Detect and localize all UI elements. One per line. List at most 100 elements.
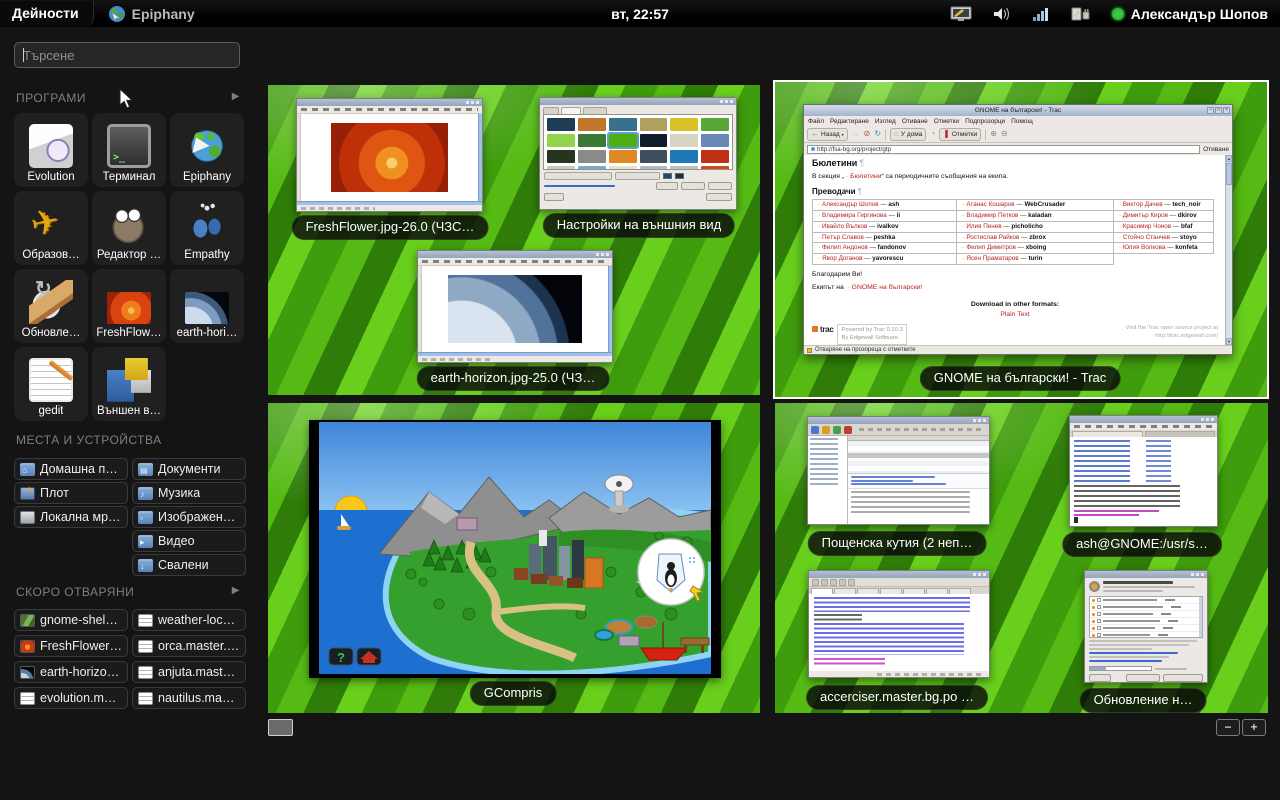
activities-button[interactable]: Дейности [0,1,94,26]
place-item[interactable]: Документи [132,458,246,480]
gimp-earth-window[interactable] [417,250,613,363]
url-input[interactable]: http://fsa-bg.org/project/gtp [807,145,1200,154]
scrollbar[interactable]: ▲ ▼ [1225,155,1232,345]
zoom-out-icon[interactable]: ⊖ [1001,130,1008,138]
bookmarks-button[interactable]: ❚ Отметки [939,128,981,141]
user-menu[interactable]: Александър Шопов [1112,6,1268,22]
recent-item[interactable]: weather-loc… [132,609,246,631]
terminal-window[interactable] [1069,415,1218,527]
translator-name-link[interactable]: Явор Доганов [816,255,862,262]
place-item[interactable]: Видео [132,530,246,552]
translator-name-link[interactable]: Ясен Праматаров [960,255,1018,262]
workspace-1[interactable]: FreshFlower.jpg-26.0 (ЧЗС… Настройки на … [268,85,760,395]
reload-icon[interactable]: ↻ [874,130,881,138]
app-tile[interactable]: FreshFlow… [92,269,166,343]
workspace-3[interactable]: ? GCompris [268,403,760,713]
gedit-window[interactable] [808,570,990,678]
app-icon [107,202,151,246]
translator-name-link[interactable]: Владимира Гиргинова [816,212,887,219]
search-input[interactable] [14,42,240,68]
app-tile[interactable]: gedit [14,347,88,421]
bulletins-link[interactable]: Бюлетини [844,173,881,180]
zoom-in-button[interactable]: + [1242,719,1266,736]
battery-power-icon[interactable] [1070,6,1092,22]
menu-item[interactable]: Изглед [875,118,896,125]
epiphany-browser-window[interactable]: GNOME на български! - Trac –□× ФайлРедак… [803,104,1233,355]
display-settings-icon[interactable] [950,6,972,22]
translator-name-link[interactable]: Атанас Кошаров [960,201,1014,208]
workspace-4[interactable]: Пощенска кутия (2 неп… ash@GNOME:/usr/s…… [775,403,1268,713]
workspace-switcher[interactable] [268,719,293,736]
volume-icon[interactable] [992,6,1012,22]
place-item[interactable]: Изображен… [132,506,246,528]
app-label: Редактор … [97,249,161,261]
translator-name-link[interactable]: Илия Пенев [960,223,1001,230]
place-item[interactable]: Домашна п… [14,458,128,480]
translator-name-link[interactable]: Виктор Дачев [1117,201,1163,208]
app-tile[interactable]: Empathy [170,191,244,265]
translator-name-link[interactable]: Ростислав Райков [960,234,1019,241]
recent-expander-icon[interactable]: ▶ [232,585,240,596]
zoom-in-icon[interactable]: ⊕ [990,130,997,138]
place-item[interactable]: Свалени [132,554,246,576]
translator-name-link[interactable]: Димитър Киров [1117,212,1168,219]
app-icon [29,202,73,246]
go-button[interactable]: Отиване [1203,146,1229,153]
back-button[interactable]: ← Назад ▾ [807,128,848,141]
plain-text-link[interactable]: Plain Text [812,310,1218,320]
menu-item[interactable]: Подпрозорци [965,118,1005,125]
place-item[interactable]: Локална мр… [14,506,128,528]
menu-item[interactable]: Помощ [1011,118,1033,125]
app-tile[interactable]: Външен в… [92,347,166,421]
recent-item[interactable]: anjuta.mast… [132,661,246,683]
recent-item[interactable]: nautilus.mas… [132,687,246,709]
app-tile[interactable]: Epiphany [170,113,244,187]
updates-icon [1089,581,1100,592]
app-tile[interactable]: Терминал [92,113,166,187]
app-tile[interactable]: Образов… [14,191,88,265]
evolution-window[interactable] [807,416,990,525]
recent-item[interactable]: evolution.m… [14,687,128,709]
menu-item[interactable]: Редактиране [830,118,869,125]
app-tile[interactable]: earth-hori… [170,269,244,343]
focused-app-name: Epiphany [132,6,195,22]
translator-name-link[interactable]: Красимир Чонов [1117,223,1171,230]
translator-name-link[interactable]: Александър Шопов [816,201,879,208]
update-manager-window[interactable] [1084,570,1208,683]
network-signal-icon[interactable] [1032,6,1050,22]
gimp-freshflower-window[interactable] [296,98,483,212]
translator-name-link[interactable]: Петър Славов [816,234,864,241]
translator-name-link[interactable]: Ивайло Вълков [816,223,867,230]
home-button[interactable]: ⌂ У дома [890,128,926,141]
menu-item[interactable]: Файл [808,118,824,125]
place-item[interactable]: Музика [132,482,246,504]
app-tile[interactable]: Evolution [14,113,88,187]
stop-icon[interactable]: ⊘ [864,130,871,138]
recent-item[interactable]: earth-horizo… [14,661,128,683]
translator-name-link[interactable]: Стойчо Станчев [1117,234,1170,241]
team-link[interactable]: GNOME на български! [846,284,923,291]
translator-cell: Владимир Петковkaladan [957,211,1113,222]
app-tile[interactable]: Обновле… [14,269,88,343]
history-icon[interactable]: ◔ [930,130,935,138]
translator-name-link[interactable]: Филип Андонов [816,244,868,251]
programs-expander-icon[interactable]: ▶ [232,91,240,102]
menu-item[interactable]: Отиване [902,118,928,125]
focused-app-menu[interactable]: Epiphany [108,5,195,23]
workspace-2-selected[interactable]: GNOME на български! - Trac –□× ФайлРедак… [773,80,1269,399]
place-item[interactable]: Плот [14,482,128,504]
app-tile[interactable]: Редактор … [92,191,166,265]
zoom-out-button[interactable]: − [1216,719,1240,736]
appearance-preferences-window[interactable] [539,97,737,210]
recent-item[interactable]: FreshFlower… [14,635,128,657]
clock[interactable]: вт, 22:57 [611,6,669,22]
recent-item[interactable]: gnome-shel… [14,609,128,631]
gcompris-window[interactable]: ? [309,420,721,678]
translator-name-link[interactable]: Филип Димитров [960,244,1016,251]
trac-url-link[interactable]: http://trac.edgewall.com/ [1126,332,1218,340]
forward-icon[interactable]: → [852,130,860,138]
translator-name-link[interactable]: Владимир Петков [960,212,1018,219]
translator-name-link[interactable]: Юлия Волкова [1117,244,1166,251]
menu-item[interactable]: Отметки [934,118,959,125]
recent-item[interactable]: orca.master.… [132,635,246,657]
